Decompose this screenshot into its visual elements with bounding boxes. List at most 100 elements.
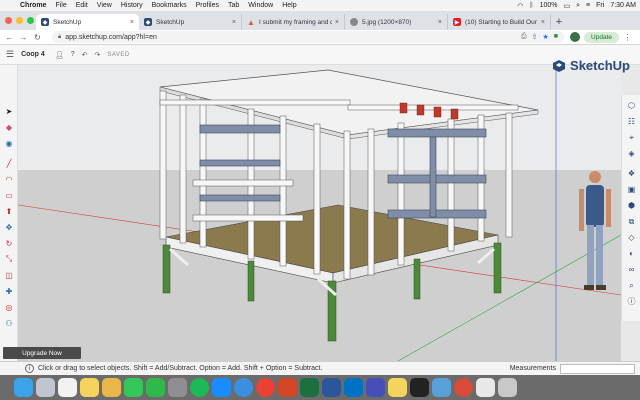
share-icon[interactable]: ⇪ (532, 33, 538, 41)
address-field[interactable]: 🔒︎ app.sketchup.com/app?hl=en ⎙ ⇪ ★ ■ (52, 31, 565, 43)
push-pull-tool-icon[interactable]: ⬆ (3, 205, 15, 217)
move-tool-icon[interactable]: ✥ (3, 221, 15, 233)
chrome-icon[interactable] (256, 378, 275, 397)
reload-icon[interactable]: ↻ (32, 33, 43, 42)
browser-tab-3[interactable]: ▲ I submit my framing and desig × (242, 14, 345, 30)
eraser-tool-icon[interactable]: ◆ (3, 121, 15, 133)
glasses-icon[interactable]: ∞ (625, 263, 638, 276)
spotify-icon[interactable] (190, 378, 209, 397)
powerpoint-icon[interactable] (278, 378, 297, 397)
youtube-icon[interactable] (454, 378, 473, 397)
measurements-input[interactable] (560, 363, 635, 374)
install-icon[interactable]: ⎙ (521, 33, 527, 41)
close-tab-icon[interactable]: × (232, 19, 236, 26)
back-icon[interactable]: ← (4, 33, 15, 42)
menu-window[interactable]: Window (248, 2, 273, 9)
outliner-icon[interactable]: ⬢ (625, 199, 638, 212)
browser-tab-1[interactable]: ◆ SketchUp × (36, 14, 139, 30)
messages-icon[interactable] (124, 378, 143, 397)
styles-icon[interactable]: ◈ (625, 147, 638, 160)
profile-avatar[interactable] (570, 32, 581, 42)
menu-help[interactable]: Help (282, 2, 296, 9)
control-center-icon[interactable]: ≡ (586, 2, 590, 9)
stickies-icon[interactable] (388, 378, 407, 397)
layers-icon[interactable]: ❖ (625, 167, 638, 180)
menu-bookmarks[interactable]: Bookmarks (152, 2, 187, 9)
close-tab-icon[interactable]: × (335, 19, 339, 26)
clock-time[interactable]: 7:30 AM (610, 2, 636, 9)
menu-history[interactable]: History (121, 2, 143, 9)
finder-window-icon[interactable] (476, 378, 495, 397)
clock-day[interactable]: Fri (596, 2, 604, 9)
safari-icon[interactable] (234, 378, 253, 397)
browser-tab-4[interactable]: 5.jpg (1200×870) × (345, 14, 448, 30)
coop-model-render[interactable] (18, 65, 621, 361)
wifi-icon[interactable]: ◠ (517, 2, 523, 10)
scenes-icon[interactable]: ▣ (625, 183, 638, 196)
lock-icon[interactable]: 🔒︎ (58, 34, 61, 41)
menu-file[interactable]: File (55, 2, 66, 9)
hamburger-menu-icon[interactable]: ☰ (6, 49, 14, 60)
info-icon[interactable]: ⓘ (625, 295, 638, 308)
walk-tool-icon[interactable]: ⚇ (3, 317, 15, 329)
add-user-icon[interactable]: 👤︎ (55, 51, 64, 59)
search-icon[interactable]: ⌕ (576, 2, 580, 10)
menu-tab[interactable]: Tab (228, 2, 239, 9)
terminal-icon[interactable] (410, 378, 429, 397)
menu-app-name[interactable]: Chrome (20, 2, 46, 9)
browser-tab-2[interactable]: ◆ SketchUp × (139, 14, 242, 30)
facetime-icon[interactable] (146, 378, 165, 397)
appstore-icon[interactable] (212, 378, 231, 397)
line-tool-icon[interactable]: ╱ (3, 157, 15, 169)
info-icon[interactable]: i (25, 364, 34, 373)
menu-view[interactable]: View (97, 2, 112, 9)
launchpad-icon[interactable] (36, 378, 55, 397)
battery-icon[interactable]: ▭ (564, 2, 571, 10)
help-icon[interactable]: ? (71, 51, 75, 58)
teams-icon[interactable] (366, 378, 385, 397)
notes-icon[interactable] (80, 378, 99, 397)
rotate-tool-icon[interactable]: ↻ (3, 237, 15, 249)
arc-tool-icon[interactable]: ◠ (3, 173, 15, 185)
bookmark-star-icon[interactable]: ★ (543, 33, 549, 41)
3d-viewport[interactable] (18, 65, 621, 361)
model-name[interactable]: Coop 4 (21, 51, 45, 58)
preview-icon[interactable] (432, 378, 451, 397)
browser-tab-5[interactable]: ▶ (10) Starting to Build Our Back × (448, 14, 551, 30)
undo-icon[interactable]: ↶ (82, 51, 88, 59)
redo-icon[interactable]: ↷ (94, 51, 100, 59)
offset-tool-icon[interactable]: ◫ (3, 269, 15, 281)
url-text[interactable]: app.sketchup.com/app?hl=en (65, 34, 157, 41)
close-tab-icon[interactable]: × (438, 19, 442, 26)
paint-tool-icon[interactable]: ◉ (3, 137, 15, 149)
trash-icon[interactable] (498, 378, 517, 397)
photos-icon[interactable] (102, 378, 121, 397)
scale-tool-icon[interactable]: ⤡ (3, 253, 15, 265)
components-icon[interactable]: ☷ (625, 115, 638, 128)
more-menu-icon[interactable]: ⋮ (622, 33, 633, 42)
upgrade-now-button[interactable]: Upgrade Now (3, 347, 81, 359)
calendar-icon[interactable] (58, 378, 77, 397)
new-tab-button[interactable]: + (551, 14, 567, 30)
extension-icon[interactable]: ■ (554, 33, 558, 41)
menu-profiles[interactable]: Profiles (196, 2, 219, 9)
views-icon[interactable]: ⧉ (625, 215, 638, 228)
orbit-tool-icon[interactable]: ◎ (3, 301, 15, 313)
close-window-button[interactable] (5, 17, 12, 24)
materials-icon[interactable]: ⌖ (625, 131, 638, 144)
tape-tool-icon[interactable]: ✚ (3, 285, 15, 297)
finder-icon[interactable] (14, 378, 33, 397)
close-tab-icon[interactable]: × (541, 19, 545, 26)
word-icon[interactable] (322, 378, 341, 397)
menu-edit[interactable]: Edit (76, 2, 88, 9)
shadows-icon[interactable]: ◐ (625, 247, 638, 260)
update-button[interactable]: Update (584, 31, 619, 43)
forward-icon[interactable]: → (18, 33, 29, 42)
rectangle-tool-icon[interactable]: ▭ (3, 189, 15, 201)
outlook-icon[interactable] (344, 378, 363, 397)
close-tab-icon[interactable]: × (130, 19, 134, 26)
battery-percent[interactable]: 100% (540, 2, 558, 9)
search-icon[interactable]: ⌕ (625, 279, 638, 292)
display-icon[interactable]: ◇ (625, 231, 638, 244)
minimize-window-button[interactable] (16, 17, 23, 24)
